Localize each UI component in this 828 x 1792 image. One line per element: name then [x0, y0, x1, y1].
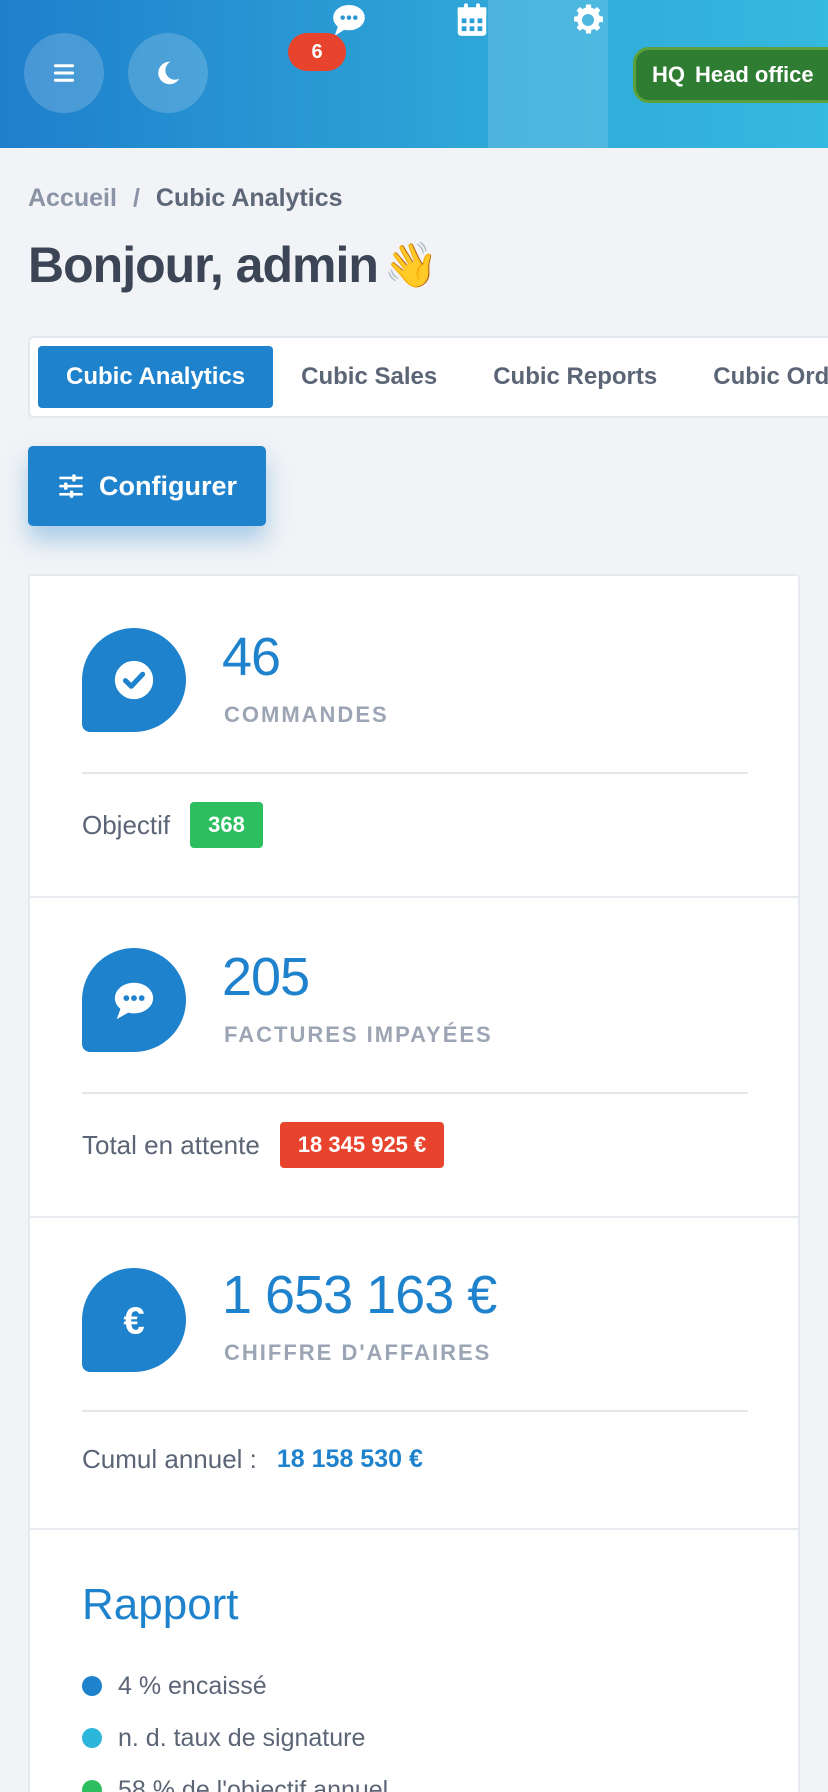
stats-card: 46 COMMANDES Objectif 368 205 FACTURES I…	[28, 574, 800, 1792]
revenue-cumul-row: Cumul annuel : 18 158 530 €	[82, 1436, 423, 1482]
breadcrumb-current: Cubic Analytics	[155, 184, 343, 212]
orders-goal-row: Objectif 368	[82, 802, 263, 848]
tab-cubic-sales[interactable]: Cubic Sales	[273, 346, 465, 408]
tab-cubic-analytics[interactable]: Cubic Analytics	[38, 346, 274, 408]
report-item-collected: 4 % encaissé	[118, 1671, 267, 1700]
euro-icon: €	[123, 1299, 144, 1342]
report-legend-item: 4 % encaissé	[82, 1660, 388, 1712]
report-title: Rapport	[82, 1580, 239, 1629]
orders-value: 46	[222, 627, 281, 687]
revenue-cumul-value: 18 158 530 €	[276, 1444, 423, 1473]
revenue-value: 1 653 163 €	[222, 1265, 497, 1325]
office-selector[interactable]: HQ Head office	[633, 47, 828, 103]
configure-button[interactable]: Configurer	[28, 446, 266, 526]
orders-label: COMMANDES	[224, 702, 389, 727]
report-dot-objective	[82, 1780, 102, 1792]
report-item-signature: n. d. taux de signature	[118, 1723, 366, 1752]
revenue-section: € 1 653 163 € CHIFFRE D'AFFAIRES Cumul a…	[30, 1218, 798, 1530]
invoices-divider	[82, 1092, 748, 1094]
invoices-pending-row: Total en attente 18 345 925 €	[82, 1122, 445, 1168]
page-title: Bonjour, admin 👋	[28, 236, 439, 294]
tab-cubic-reports[interactable]: Cubic Reports	[465, 346, 685, 408]
calendar-button[interactable]	[452, 0, 492, 40]
breadcrumb-home-link[interactable]: Accueil	[28, 184, 117, 213]
chat-icon	[333, 4, 365, 36]
orders-goal-label: Objectif	[82, 809, 171, 840]
orders-goal-badge: 368	[190, 802, 263, 848]
office-name: Head office	[695, 62, 814, 87]
report-dot-collected	[82, 1676, 102, 1696]
breadcrumb: Accueil / Cubic Analytics	[28, 184, 343, 213]
calendar-icon	[457, 3, 487, 36]
moon-icon	[158, 61, 180, 85]
revenue-label: CHIFFRE D'AFFAIRES	[224, 1340, 492, 1365]
waving-hand-icon: 👋	[383, 241, 439, 290]
tab-cubic-orders[interactable]: Cubic Orders	[685, 346, 828, 408]
invoices-icon-badge	[82, 948, 186, 1052]
invoices-pending-label: Total en attente	[82, 1129, 260, 1160]
orders-section: 46 COMMANDES Objectif 368	[30, 576, 798, 898]
greeting-text: Bonjour, admin	[28, 237, 379, 293]
orders-icon-badge	[82, 628, 186, 732]
dashboard-tabs: Cubic Analytics Cubic Sales Cubic Report…	[28, 336, 828, 418]
office-code: HQ	[652, 62, 685, 87]
report-dot-signature	[82, 1728, 102, 1748]
settings-button[interactable]	[568, 0, 608, 40]
invoices-value: 205	[222, 947, 310, 1007]
breadcrumb-separator: /	[132, 184, 140, 212]
orders-divider	[82, 772, 748, 774]
report-item-objective: 58 % de l'objectif annuel	[118, 1775, 389, 1792]
menu-button[interactable]	[24, 33, 104, 113]
invoices-label: FACTURES IMPAYÉES	[224, 1022, 493, 1047]
svg-text:€: €	[123, 1299, 144, 1342]
top-bar: 6 HQ Head office	[0, 0, 828, 148]
invoices-pending-badge: 18 345 925 €	[279, 1122, 445, 1168]
check-circle-icon	[114, 660, 154, 700]
menu-icon	[54, 64, 74, 82]
configure-label: Configurer	[99, 470, 237, 501]
revenue-divider	[82, 1410, 748, 1412]
report-legend-item: n. d. taux de signature	[82, 1712, 388, 1764]
report-legend: 4 % encaissé n. d. taux de signature 58 …	[82, 1660, 388, 1792]
revenue-cumul-label: Cumul annuel :	[82, 1443, 257, 1474]
theme-toggle-button[interactable]	[128, 33, 208, 113]
gear-icon	[574, 4, 603, 34]
unpaid-invoices-section: 205 FACTURES IMPAYÉES Total en attente 1…	[30, 898, 798, 1218]
report-legend-item: 58 % de l'objectif annuel	[82, 1764, 388, 1792]
messages-count-badge: 6	[288, 33, 346, 71]
comment-dots-icon	[114, 982, 154, 1020]
revenue-icon-badge: €	[82, 1268, 186, 1372]
sliders-icon	[59, 474, 83, 498]
